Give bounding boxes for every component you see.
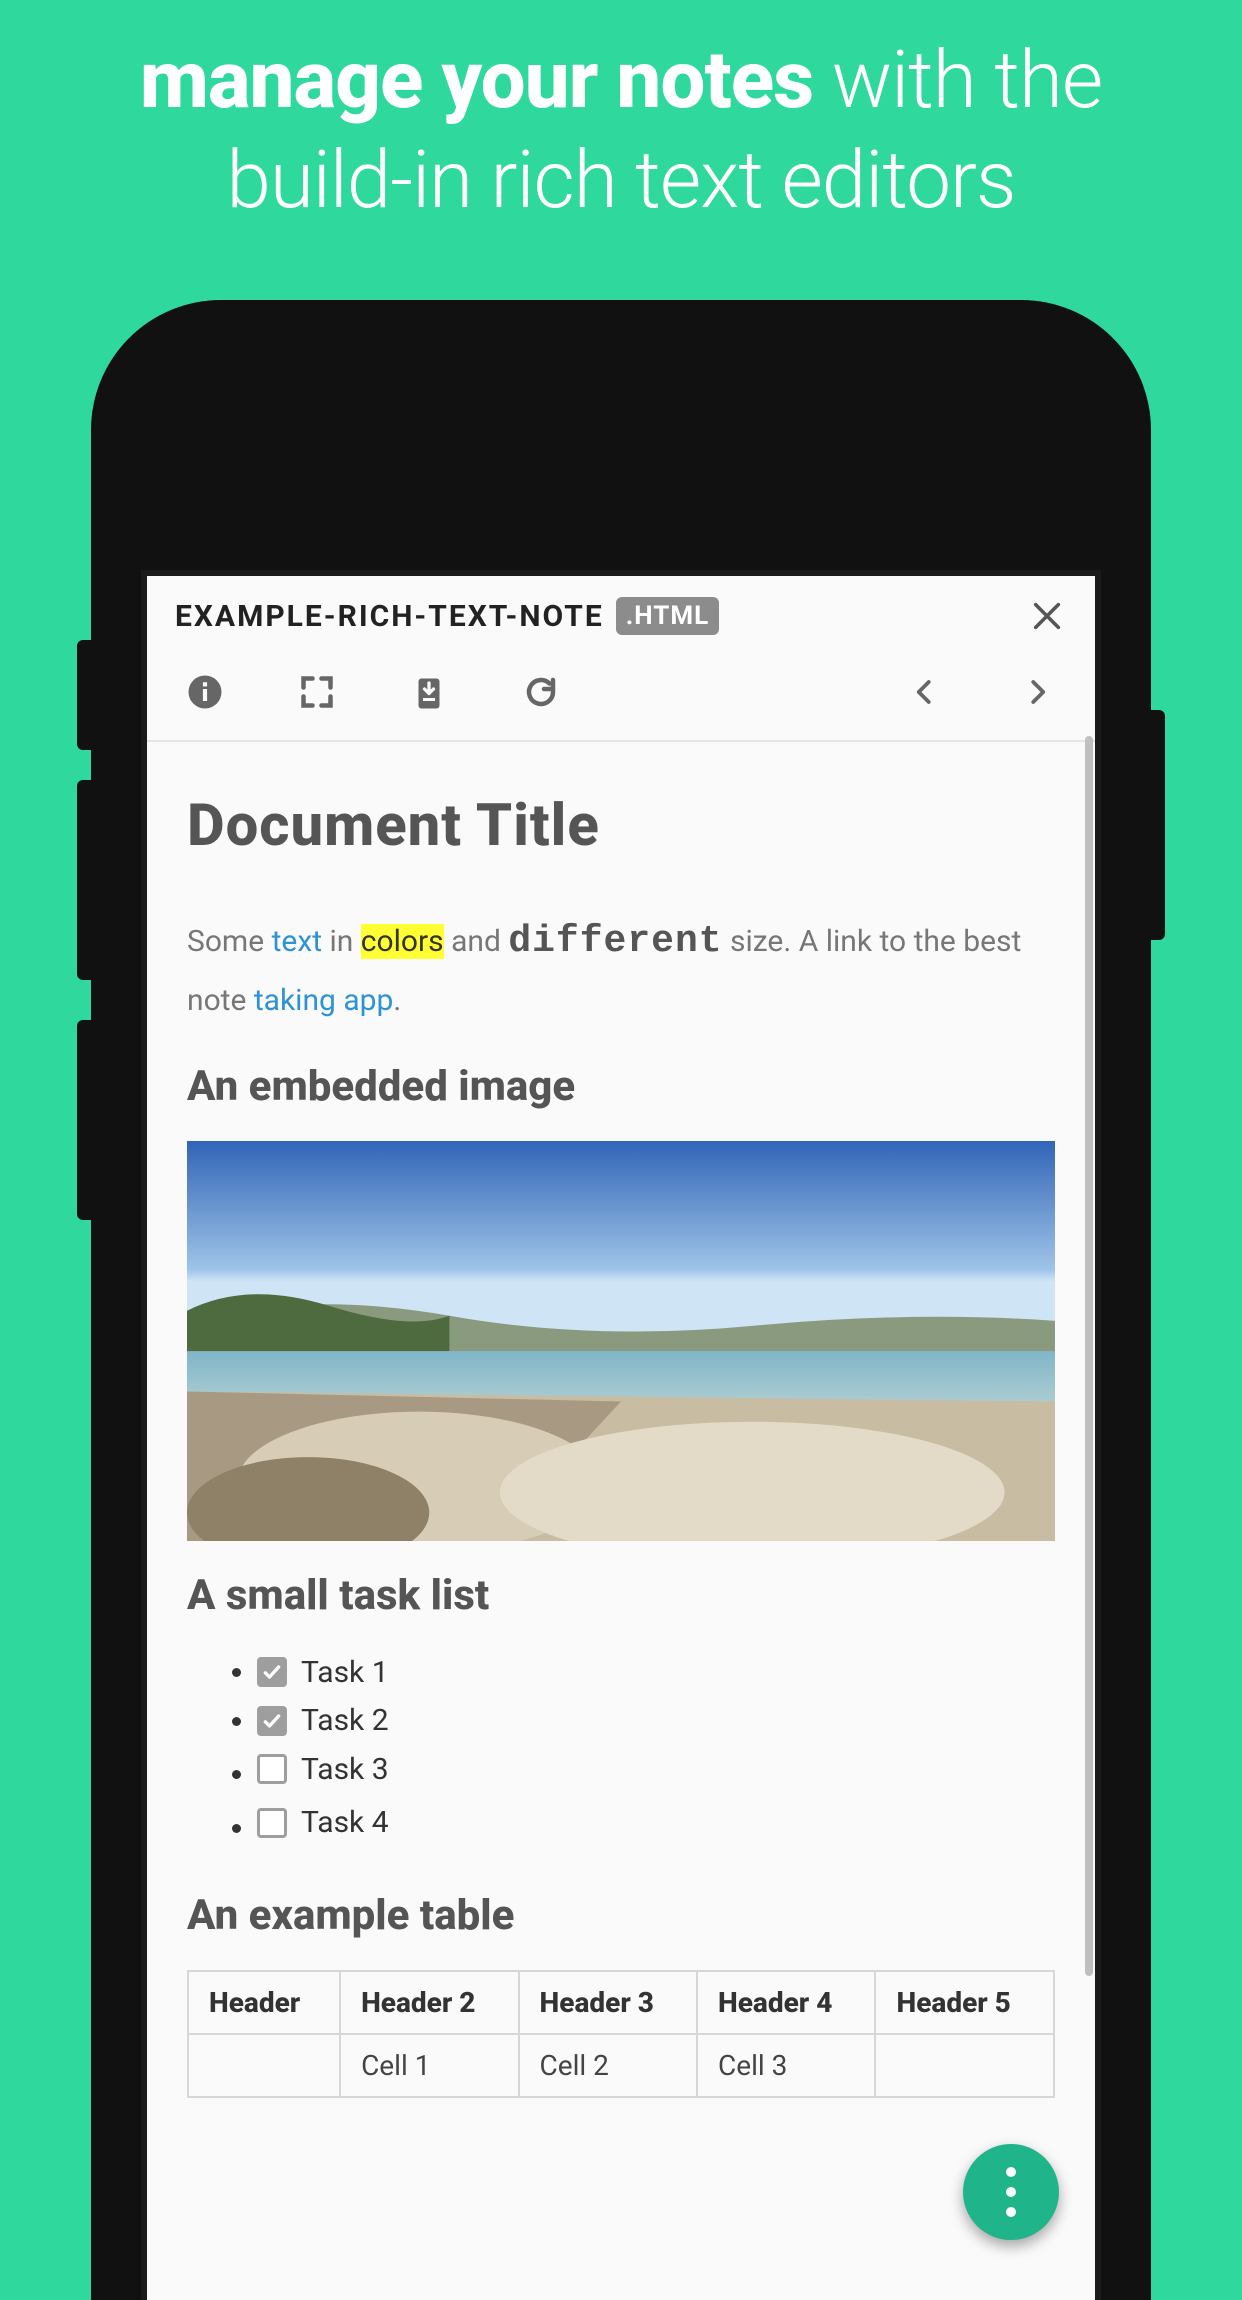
fullscreen-icon: [299, 674, 335, 710]
refresh-icon: [523, 674, 559, 710]
heading-table: An example table: [187, 1891, 1055, 1940]
app-viewport: EXAMPLE-RICH-TEXT-NOTE .HTML: [147, 576, 1095, 2300]
task-item: Task 3: [257, 1747, 1055, 1798]
download-button[interactable]: [405, 668, 453, 716]
info-icon: [187, 674, 223, 710]
table-header: Header: [188, 1971, 340, 2034]
file-extension-badge: .HTML: [616, 597, 719, 635]
inline-link[interactable]: taking app: [254, 983, 394, 1018]
table-cell: Cell 1: [340, 2034, 518, 2097]
close-icon: [1030, 599, 1064, 633]
heading-task-list: A small task list: [187, 1571, 1055, 1620]
table-header: Header 2: [340, 1971, 518, 2034]
prev-button[interactable]: [901, 668, 949, 716]
table-header: Header 3: [519, 1971, 697, 2034]
file-title-bar: EXAMPLE-RICH-TEXT-NOTE .HTML: [147, 576, 1095, 644]
embedded-image: [187, 1141, 1055, 1541]
task-label: Task 1: [301, 1650, 389, 1695]
info-button[interactable]: [181, 668, 229, 716]
chevron-left-icon: [910, 677, 940, 707]
fullscreen-button[interactable]: [293, 668, 341, 716]
table-cell: [875, 2034, 1054, 2097]
fab-more-button[interactable]: [963, 2144, 1059, 2240]
task-label: Task 4: [301, 1800, 389, 1845]
table-row: Cell 1 Cell 2 Cell 3: [188, 2034, 1054, 2097]
checkbox[interactable]: [257, 1657, 287, 1687]
next-button[interactable]: [1013, 668, 1061, 716]
task-item: Task 1: [257, 1650, 1055, 1696]
document-title: Document Title: [187, 792, 1055, 860]
promo-bold: manage your notes: [140, 33, 814, 127]
task-item: Task 4: [257, 1800, 1055, 1851]
table-cell: [188, 2034, 340, 2097]
big-text: different: [508, 920, 722, 963]
document-body[interactable]: Document Title Some text in colors and d…: [147, 742, 1095, 2098]
promo-headline: manage your notes with the build-in rich…: [0, 0, 1242, 230]
heading-embedded-image: An embedded image: [187, 1062, 1055, 1111]
chevron-right-icon: [1022, 677, 1052, 707]
download-icon: [411, 674, 447, 710]
toolbar: [147, 644, 1095, 742]
table-cell: Cell 2: [519, 2034, 697, 2097]
phone-screen: EXAMPLE-RICH-TEXT-NOTE .HTML: [141, 570, 1101, 2300]
checkbox[interactable]: [257, 1754, 287, 1784]
phone-frame: EXAMPLE-RICH-TEXT-NOTE .HTML: [91, 300, 1151, 2300]
task-list: Task 1 Task 2 Task 3: [187, 1650, 1055, 1851]
task-label: Task 3: [301, 1747, 389, 1792]
phone-side-button: [1151, 710, 1165, 940]
task-label: Task 2: [301, 1698, 389, 1743]
checkbox[interactable]: [257, 1808, 287, 1838]
task-item: Task 2: [257, 1698, 1055, 1744]
table-header: Header 5: [875, 1971, 1054, 2034]
more-vert-icon: [1006, 2167, 1016, 2217]
colored-text: text: [272, 924, 322, 959]
highlighted-text: colors: [361, 924, 444, 959]
checkbox[interactable]: [257, 1706, 287, 1736]
close-button[interactable]: [1027, 596, 1067, 636]
table-cell: Cell 3: [697, 2034, 875, 2097]
file-name: EXAMPLE-RICH-TEXT-NOTE: [175, 599, 604, 634]
phone-side-button: [77, 1020, 91, 1220]
refresh-button[interactable]: [517, 668, 565, 716]
table-header-row: Header Header 2 Header 3 Header 4 Header…: [188, 1971, 1054, 2034]
table-header: Header 4: [697, 1971, 875, 2034]
intro-paragraph: Some text in colors and different size. …: [187, 910, 1055, 1026]
scrollbar[interactable]: [1085, 736, 1093, 1976]
example-table: Header Header 2 Header 3 Header 4 Header…: [187, 1970, 1055, 2098]
